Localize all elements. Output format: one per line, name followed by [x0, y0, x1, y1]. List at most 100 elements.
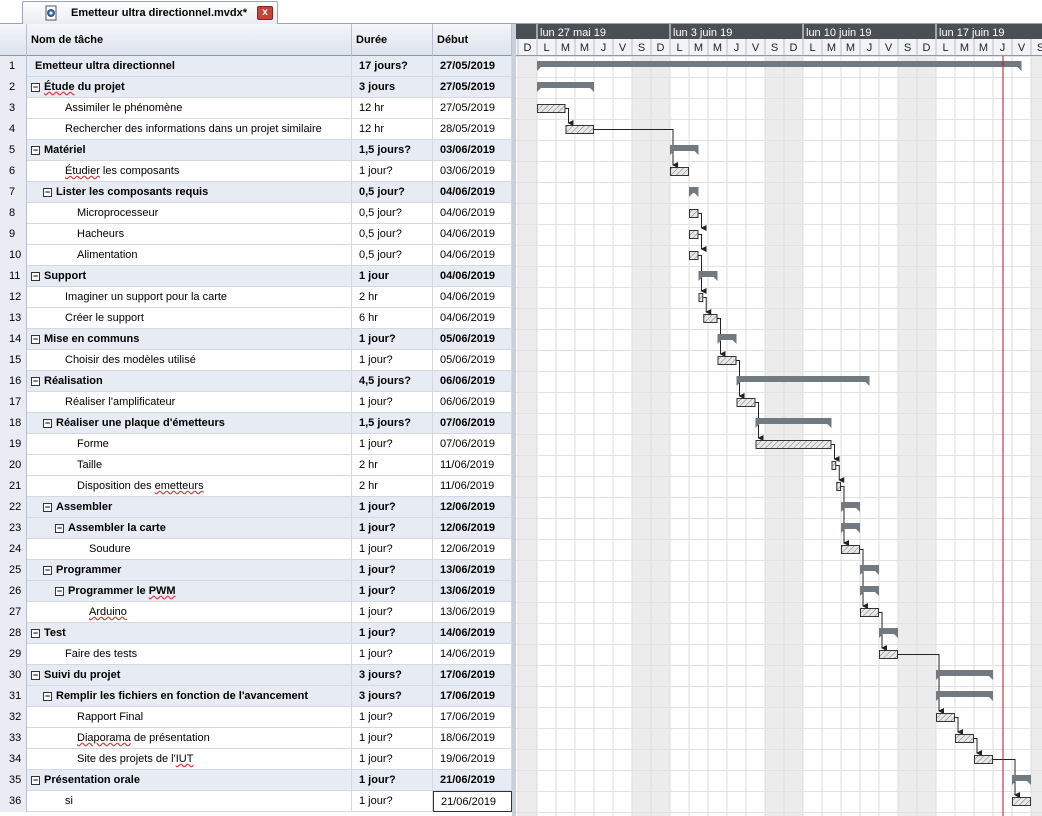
collapse-toggle-icon[interactable]: − — [43, 418, 52, 428]
collapse-toggle-icon[interactable]: − — [55, 523, 64, 533]
task-bar[interactable] — [689, 209, 699, 218]
collapse-toggle-icon[interactable]: − — [31, 628, 40, 638]
task-row[interactable]: 25− Programmer 1 jour? 13/06/2019 — [0, 560, 512, 581]
task-name-cell[interactable]: Rapport Final — [27, 707, 352, 728]
task-name-cell[interactable]: − Matériel — [27, 140, 352, 161]
summary-bar[interactable] — [755, 418, 832, 424]
task-bar[interactable] — [565, 125, 594, 134]
summary-bar[interactable] — [670, 145, 699, 151]
task-duration[interactable]: 1 jour? — [352, 560, 433, 581]
task-start[interactable]: 04/06/2019 — [433, 182, 512, 203]
task-bar[interactable] — [670, 167, 689, 176]
task-duration[interactable]: 3 jours — [352, 77, 433, 98]
task-name-cell[interactable]: Imaginer un support pour la carte — [27, 287, 352, 308]
task-row[interactable]: 36 si 1 jour? 21/06/2019 — [0, 791, 512, 812]
task-row[interactable]: 1 Emetteur ultra directionnel 17 jours? 27/… — [0, 56, 512, 77]
task-start[interactable]: 05/06/2019 — [433, 350, 512, 371]
task-name-cell[interactable]: Créer le support — [27, 308, 352, 329]
task-duration[interactable]: 2 hr — [352, 287, 433, 308]
collapse-toggle-icon[interactable]: − — [31, 145, 40, 155]
task-bar[interactable] — [736, 398, 756, 407]
task-row[interactable]: 27 Arduino 1 jour? 13/06/2019 — [0, 602, 512, 623]
task-row[interactable]: 21 Disposition des emetteurs 2 hr 11/06/201… — [0, 476, 512, 497]
summary-bar[interactable] — [841, 523, 860, 529]
task-duration[interactable]: 1 jour — [352, 266, 433, 287]
task-bar[interactable] — [703, 314, 718, 323]
task-duration[interactable]: 1 jour? — [352, 581, 433, 602]
task-bar[interactable] — [689, 251, 699, 260]
task-row[interactable]: 26− Programmer le PWM 1 jour? 13/06/2019 — [0, 581, 512, 602]
task-bar[interactable] — [717, 356, 737, 365]
task-name-cell[interactable]: Soudure — [27, 539, 352, 560]
task-start[interactable]: 04/06/2019 — [433, 287, 512, 308]
task-duration[interactable]: 17 jours? — [352, 56, 433, 77]
task-name-cell[interactable]: − Étude du projet — [27, 77, 352, 98]
task-duration[interactable]: 12 hr — [352, 98, 433, 119]
task-row[interactable]: 11− Support 1 jour 04/06/2019 — [0, 266, 512, 287]
collapse-toggle-icon[interactable]: − — [31, 670, 40, 680]
summary-bar[interactable] — [537, 82, 594, 88]
task-duration[interactable]: 1 jour? — [352, 518, 433, 539]
task-row[interactable]: 20 Taille 2 hr 11/06/2019 — [0, 455, 512, 476]
task-name-cell[interactable]: − Suivi du projet — [27, 665, 352, 686]
task-start[interactable]: 13/06/2019 — [433, 581, 512, 602]
task-name-cell[interactable]: Microprocesseur — [27, 203, 352, 224]
task-row[interactable]: 3 Assimiler le phénomène 12 hr 27/05/2019 — [0, 98, 512, 119]
task-bar[interactable] — [936, 713, 955, 722]
task-duration[interactable]: 1 jour? — [352, 623, 433, 644]
task-row[interactable]: 23− Assembler la carte 1 jour? 12/06/2019 — [0, 518, 512, 539]
task-start[interactable]: 03/06/2019 — [433, 140, 512, 161]
task-duration[interactable]: 3 jours? — [352, 665, 433, 686]
task-start[interactable]: 04/06/2019 — [433, 308, 512, 329]
task-start[interactable]: 14/06/2019 — [433, 644, 512, 665]
task-bar[interactable] — [1012, 797, 1031, 806]
task-row[interactable]: 28− Test 1 jour? 14/06/2019 — [0, 623, 512, 644]
task-start[interactable]: 04/06/2019 — [433, 266, 512, 287]
task-name-cell[interactable]: Emetteur ultra directionnel — [27, 56, 352, 77]
summary-bar[interactable] — [736, 376, 870, 382]
task-start[interactable]: 12/06/2019 — [433, 518, 512, 539]
task-row[interactable]: 4 Rechercher des informations dans un pro… — [0, 119, 512, 140]
task-start[interactable]: 12/06/2019 — [433, 539, 512, 560]
task-name-cell[interactable]: − Programmer le PWM — [27, 581, 352, 602]
task-name-cell[interactable]: Site des projets de l'IUT — [27, 749, 352, 770]
task-row[interactable]: 31− Remplir les fichiers en fonction de l… — [0, 686, 512, 707]
task-start[interactable]: 17/06/2019 — [433, 707, 512, 728]
task-start[interactable]: 04/06/2019 — [433, 224, 512, 245]
summary-bar[interactable] — [936, 691, 993, 697]
task-row[interactable]: 35− Présentation orale 1 jour? 21/06/2019 — [0, 770, 512, 791]
task-duration[interactable]: 1 jour? — [352, 644, 433, 665]
task-start[interactable]: 21/06/2019 — [433, 791, 512, 812]
summary-bar[interactable] — [698, 271, 718, 277]
task-name-cell[interactable]: Faire des tests — [27, 644, 352, 665]
task-bar[interactable] — [974, 755, 993, 764]
task-duration[interactable]: 4,5 jours? — [352, 371, 433, 392]
column-header-duration[interactable]: Durée — [352, 24, 433, 56]
task-row[interactable]: 9 Hacheurs 0,5 jour? 04/06/2019 — [0, 224, 512, 245]
task-name-cell[interactable]: Diaporama de présentation — [27, 728, 352, 749]
task-row[interactable]: 8 Microprocesseur 0,5 jour? 04/06/2019 — [0, 203, 512, 224]
task-name-cell[interactable]: − Assembler — [27, 497, 352, 518]
summary-bar[interactable] — [841, 502, 860, 508]
task-row[interactable]: 12 Imaginer un support pour la carte 2 hr 0… — [0, 287, 512, 308]
task-name-cell[interactable]: Choisir des modèles utilisé — [27, 350, 352, 371]
task-bar[interactable] — [836, 482, 841, 491]
task-row[interactable]: 16− Réalisation 4,5 jours? 06/06/2019 — [0, 371, 512, 392]
task-row[interactable]: 30− Suivi du projet 3 jours? 17/06/2019 — [0, 665, 512, 686]
task-start[interactable]: 07/06/2019 — [433, 413, 512, 434]
task-name-cell[interactable]: Alimentation — [27, 245, 352, 266]
task-duration[interactable]: 1 jour? — [352, 350, 433, 371]
task-name-cell[interactable]: − Réalisation — [27, 371, 352, 392]
task-start[interactable]: 17/06/2019 — [433, 665, 512, 686]
task-duration[interactable]: 1 jour? — [352, 749, 433, 770]
column-header-id[interactable] — [0, 24, 27, 56]
close-icon[interactable]: x — [257, 6, 273, 20]
task-start[interactable]: 04/06/2019 — [433, 203, 512, 224]
task-duration[interactable]: 1 jour? — [352, 539, 433, 560]
collapse-toggle-icon[interactable]: − — [31, 775, 40, 785]
task-name-cell[interactable]: Rechercher des informations dans un proj… — [27, 119, 352, 140]
summary-bar[interactable] — [717, 334, 737, 340]
task-start[interactable]: 06/06/2019 — [433, 371, 512, 392]
task-duration[interactable]: 6 hr — [352, 308, 433, 329]
task-row[interactable]: 32 Rapport Final 1 jour? 17/06/2019 — [0, 707, 512, 728]
